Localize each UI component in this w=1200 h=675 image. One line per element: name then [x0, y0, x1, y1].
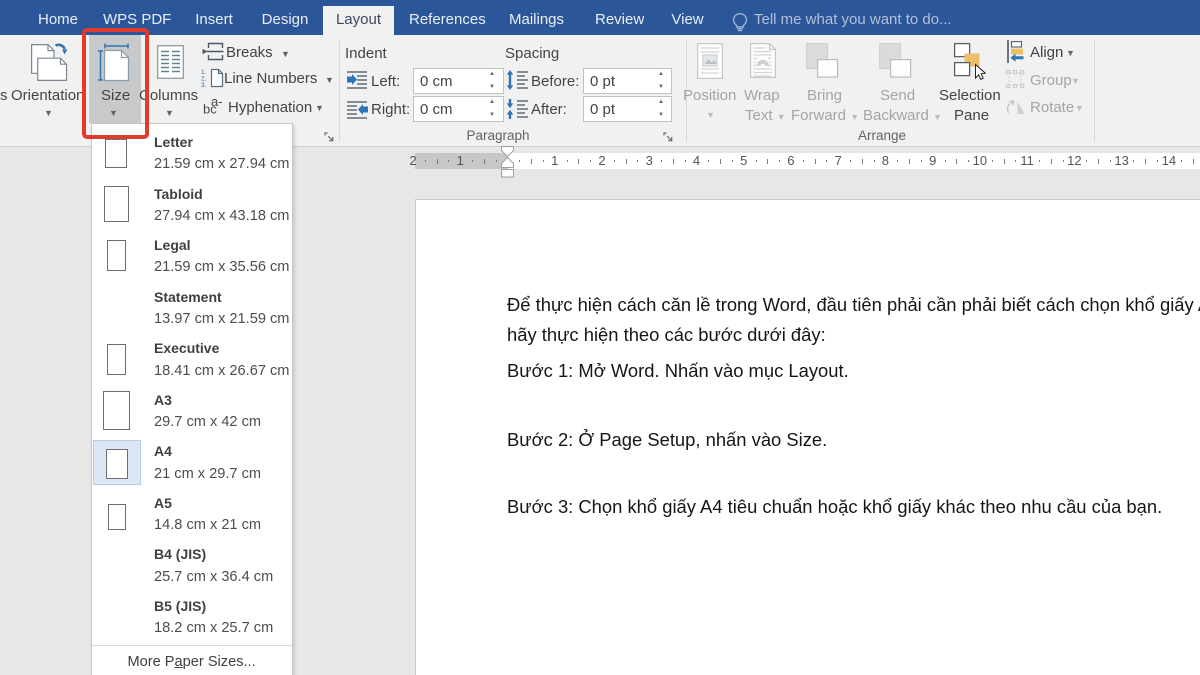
svg-text:3.: 3. — [201, 82, 207, 88]
svg-text:bc: bc — [203, 102, 217, 117]
